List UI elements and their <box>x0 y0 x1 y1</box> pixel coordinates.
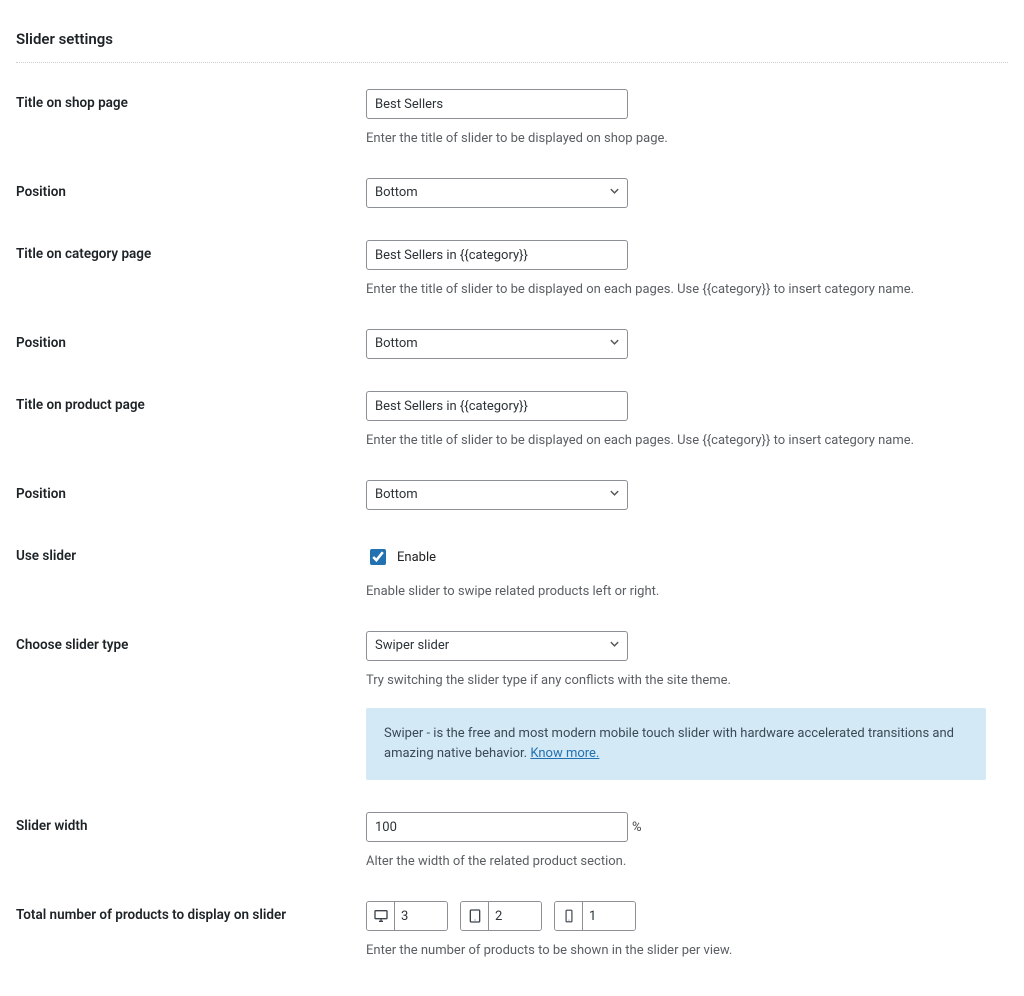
slider-type-info-text: Swiper - is the free and most modern mob… <box>384 726 954 761</box>
section-title: Slider settings <box>16 30 1008 48</box>
label-slider-type: Choose slider type <box>16 631 366 653</box>
help-title-shop: Enter the title of slider to be displaye… <box>366 131 1008 146</box>
per-view-mobile-input[interactable] <box>583 902 635 930</box>
per-view-tablet-group <box>460 901 542 931</box>
help-title-category: Enter the title of slider to be displaye… <box>366 282 1008 297</box>
slider-width-unit: % <box>632 820 642 835</box>
slider-type-info: Swiper - is the free and most modern mob… <box>366 708 986 780</box>
title-category-input[interactable] <box>366 240 628 270</box>
help-use-slider: Enable slider to swipe related products … <box>366 584 1008 599</box>
position-product-select[interactable]: Bottom <box>366 480 628 510</box>
help-title-product: Enter the title of slider to be displaye… <box>366 433 1008 448</box>
tablet-icon <box>461 902 489 930</box>
title-product-input[interactable] <box>366 391 628 421</box>
label-title-product: Title on product page <box>16 391 366 413</box>
use-slider-checkbox[interactable] <box>370 549 386 565</box>
use-slider-enable-text: Enable <box>397 550 436 565</box>
help-slider-width: Alter the width of the related product s… <box>366 854 1008 869</box>
label-per-view: Total number of products to display on s… <box>16 901 366 923</box>
label-title-shop: Title on shop page <box>16 89 366 111</box>
label-position-category: Position <box>16 329 366 351</box>
title-shop-input[interactable] <box>366 89 628 119</box>
label-slider-width: Slider width <box>16 812 366 834</box>
per-view-desktop-input[interactable] <box>395 902 447 930</box>
slider-width-input[interactable] <box>366 812 628 842</box>
label-use-slider: Use slider <box>16 542 366 564</box>
mobile-icon <box>555 902 583 930</box>
help-slider-type: Try switching the slider type if any con… <box>366 673 1008 688</box>
slider-type-know-more-link[interactable]: Know more. <box>530 746 599 761</box>
per-view-desktop-group <box>366 901 448 931</box>
slider-type-select[interactable]: Swiper slider <box>366 631 628 661</box>
label-position-shop: Position <box>16 178 366 200</box>
per-view-mobile-group <box>554 901 636 931</box>
label-position-product: Position <box>16 480 366 502</box>
label-title-category: Title on category page <box>16 240 366 262</box>
position-shop-select[interactable]: Bottom <box>366 178 628 208</box>
per-view-tablet-input[interactable] <box>489 902 541 930</box>
section-divider <box>16 62 1008 63</box>
help-per-view: Enter the number of products to be shown… <box>366 943 1008 958</box>
desktop-icon <box>367 902 395 930</box>
position-category-select[interactable]: Bottom <box>366 329 628 359</box>
